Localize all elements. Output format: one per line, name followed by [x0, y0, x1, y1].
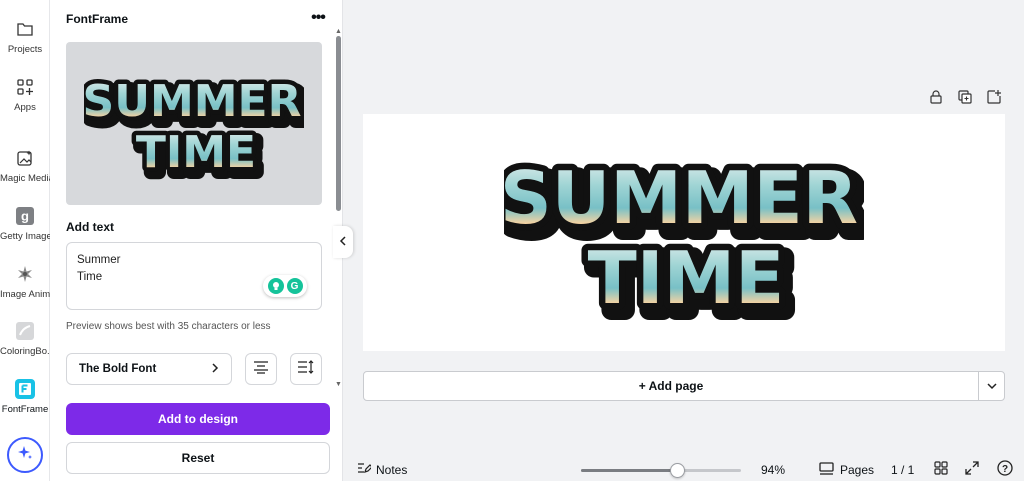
rail-item-projects[interactable]: Projects — [0, 18, 50, 55]
character-hint: Preview shows best with 35 characters or… — [66, 321, 271, 332]
duplicate-icon — [958, 89, 972, 109]
lock-page-button[interactable] — [927, 89, 945, 109]
text-align-button[interactable] — [245, 353, 277, 385]
rail-label: Apps — [14, 102, 36, 113]
rail-label: FontFrame — [1, 404, 49, 415]
notes-icon — [357, 462, 373, 477]
grammarly-icon: G — [286, 278, 303, 294]
rail-label: Image Anim... — [0, 289, 50, 300]
scroll-down-arrow[interactable]: ▼ — [335, 381, 342, 388]
bottom-bar: Notes 94% Pages 1 / 1 ? — [343, 459, 1024, 481]
summer-time-artwork[interactable]: SUMMER TIME SUMMER TIME SUMMER TIME — [504, 143, 864, 323]
font-name: The Bold Font — [79, 363, 157, 375]
text-input-line1: Summer — [77, 254, 121, 266]
panel-title: FontFrame — [66, 12, 129, 26]
notes-button[interactable]: Notes — [357, 462, 407, 477]
add-page-icon — [987, 89, 1001, 109]
expand-icon — [965, 460, 979, 480]
zoom-slider[interactable] — [581, 463, 741, 478]
chevron-right-icon — [211, 362, 219, 376]
coloring-book-icon — [14, 320, 36, 342]
add-page-icon-button[interactable] — [985, 89, 1003, 109]
duplicate-page-button[interactable] — [956, 89, 974, 109]
help-icon: ? — [997, 459, 1013, 481]
preview-artwork: SUMMER TIME SUMMER TIME SUMMER TIME — [84, 71, 304, 190]
notes-label: Notes — [376, 462, 408, 477]
fontframe-panel: FontFrame ••• SUMMER TIME SUMMER TIME SU… — [50, 0, 343, 481]
reset-button[interactable]: Reset — [66, 442, 330, 474]
magic-assistant-button[interactable] — [7, 437, 43, 473]
apps-grid-icon — [14, 76, 36, 98]
lock-icon — [930, 89, 942, 109]
add-text-label: Add text — [66, 220, 114, 234]
rail-label: Magic Media — [0, 173, 50, 184]
rail-item-fontframe[interactable]: FontFrame — [0, 378, 50, 415]
fontframe-preview[interactable]: SUMMER TIME SUMMER TIME SUMMER TIME — [66, 42, 322, 205]
grammarly-widget[interactable]: G — [263, 275, 307, 297]
align-center-icon — [253, 360, 269, 379]
left-rail: Projects Apps Magic Media g Getty Images… — [0, 0, 50, 481]
collapse-panel-button[interactable] — [333, 226, 353, 258]
page-count: 1 / 1 — [891, 463, 915, 477]
bulb-icon — [267, 278, 284, 294]
rail-item-apps[interactable]: Apps — [0, 76, 50, 113]
panel-scrollbar[interactable] — [336, 36, 341, 211]
preview-fill-line2: TIME — [136, 127, 256, 178]
add-page-options-button[interactable] — [978, 371, 1005, 401]
text-input[interactable]: Summer Time G — [66, 242, 322, 310]
folder-icon — [14, 18, 36, 40]
svg-text:?: ? — [1002, 464, 1008, 475]
rail-label: Getty Images — [0, 231, 50, 242]
font-selector[interactable]: The Bold Font — [66, 353, 232, 385]
line-spacing-button[interactable] — [290, 353, 322, 385]
chevron-left-icon — [339, 233, 347, 251]
line-spacing-icon — [297, 359, 315, 379]
grid-view-icon — [934, 460, 948, 480]
sparkle-icon — [17, 445, 33, 466]
rail-label: ColoringBo... — [0, 346, 50, 357]
fontframe-icon — [14, 378, 36, 400]
zoom-value[interactable]: 94% — [761, 463, 785, 477]
more-options-button[interactable]: ••• — [308, 8, 328, 28]
rail-item-coloring-book[interactable]: ColoringBo... — [0, 320, 50, 357]
help-button[interactable]: ? — [996, 459, 1014, 481]
zoom-slider-thumb[interactable] — [670, 463, 685, 478]
scroll-up-arrow[interactable]: ▲ — [335, 28, 342, 35]
zoom-slider-fill — [581, 469, 677, 472]
add-page-button[interactable]: + Add page — [363, 371, 979, 401]
pages-label: Pages — [840, 463, 875, 477]
getty-images-icon: g — [14, 205, 36, 227]
preview-fill-line1: SUMMER — [84, 76, 301, 127]
rail-label: Projects — [7, 44, 43, 55]
image-animate-icon — [14, 263, 36, 285]
art-fill-line2: TIME — [588, 236, 785, 320]
magic-media-icon — [14, 147, 36, 169]
rail-item-image-animate[interactable]: Image Anim... — [0, 263, 50, 300]
more-dots-icon: ••• — [311, 9, 326, 26]
add-to-design-button[interactable]: Add to design — [66, 403, 330, 435]
rail-item-magic-media[interactable]: Magic Media — [0, 147, 50, 184]
rail-item-getty-images[interactable]: g Getty Images — [0, 205, 50, 242]
pages-button[interactable]: Pages — [819, 462, 874, 478]
grid-view-button[interactable] — [932, 460, 950, 480]
chevron-down-icon — [986, 377, 997, 395]
design-page[interactable]: SUMMER TIME SUMMER TIME SUMMER TIME — [363, 114, 1005, 351]
svg-text:g: g — [21, 209, 29, 224]
fullscreen-button[interactable] — [963, 460, 981, 480]
pages-icon — [819, 462, 834, 478]
art-fill-line1: SUMMER — [504, 156, 858, 240]
